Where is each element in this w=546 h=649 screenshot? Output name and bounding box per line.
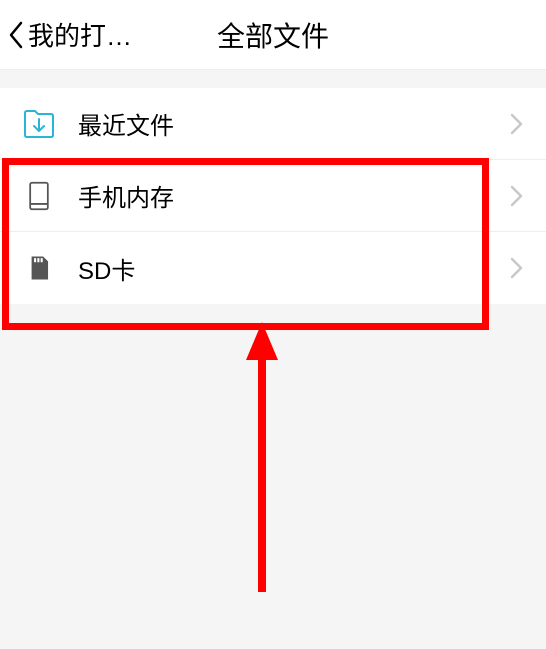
list-item-label: SD卡 <box>78 251 510 286</box>
annotation-arrow-up <box>242 322 282 602</box>
chevron-right-icon <box>510 257 524 279</box>
chevron-left-icon <box>8 21 24 49</box>
chevron-right-icon <box>510 113 524 135</box>
phone-icon <box>22 179 56 213</box>
header: 我的打… 全部文件 <box>0 0 546 70</box>
list-item-sd-card[interactable]: SD卡 <box>0 232 546 304</box>
page-title: 全部文件 <box>217 15 329 55</box>
file-list: 最近文件 手机内存 SD卡 <box>0 88 546 304</box>
chevron-right-icon <box>510 185 524 207</box>
back-label: 我的打… <box>28 16 132 53</box>
list-item-label: 最近文件 <box>78 106 510 141</box>
list-item-label: 手机内存 <box>78 178 510 213</box>
list-item-recent-files[interactable]: 最近文件 <box>0 88 546 160</box>
list-item-phone-storage[interactable]: 手机内存 <box>0 160 546 232</box>
sd-card-icon <box>22 251 56 285</box>
download-folder-icon <box>22 107 56 141</box>
back-button[interactable]: 我的打… <box>8 16 132 53</box>
